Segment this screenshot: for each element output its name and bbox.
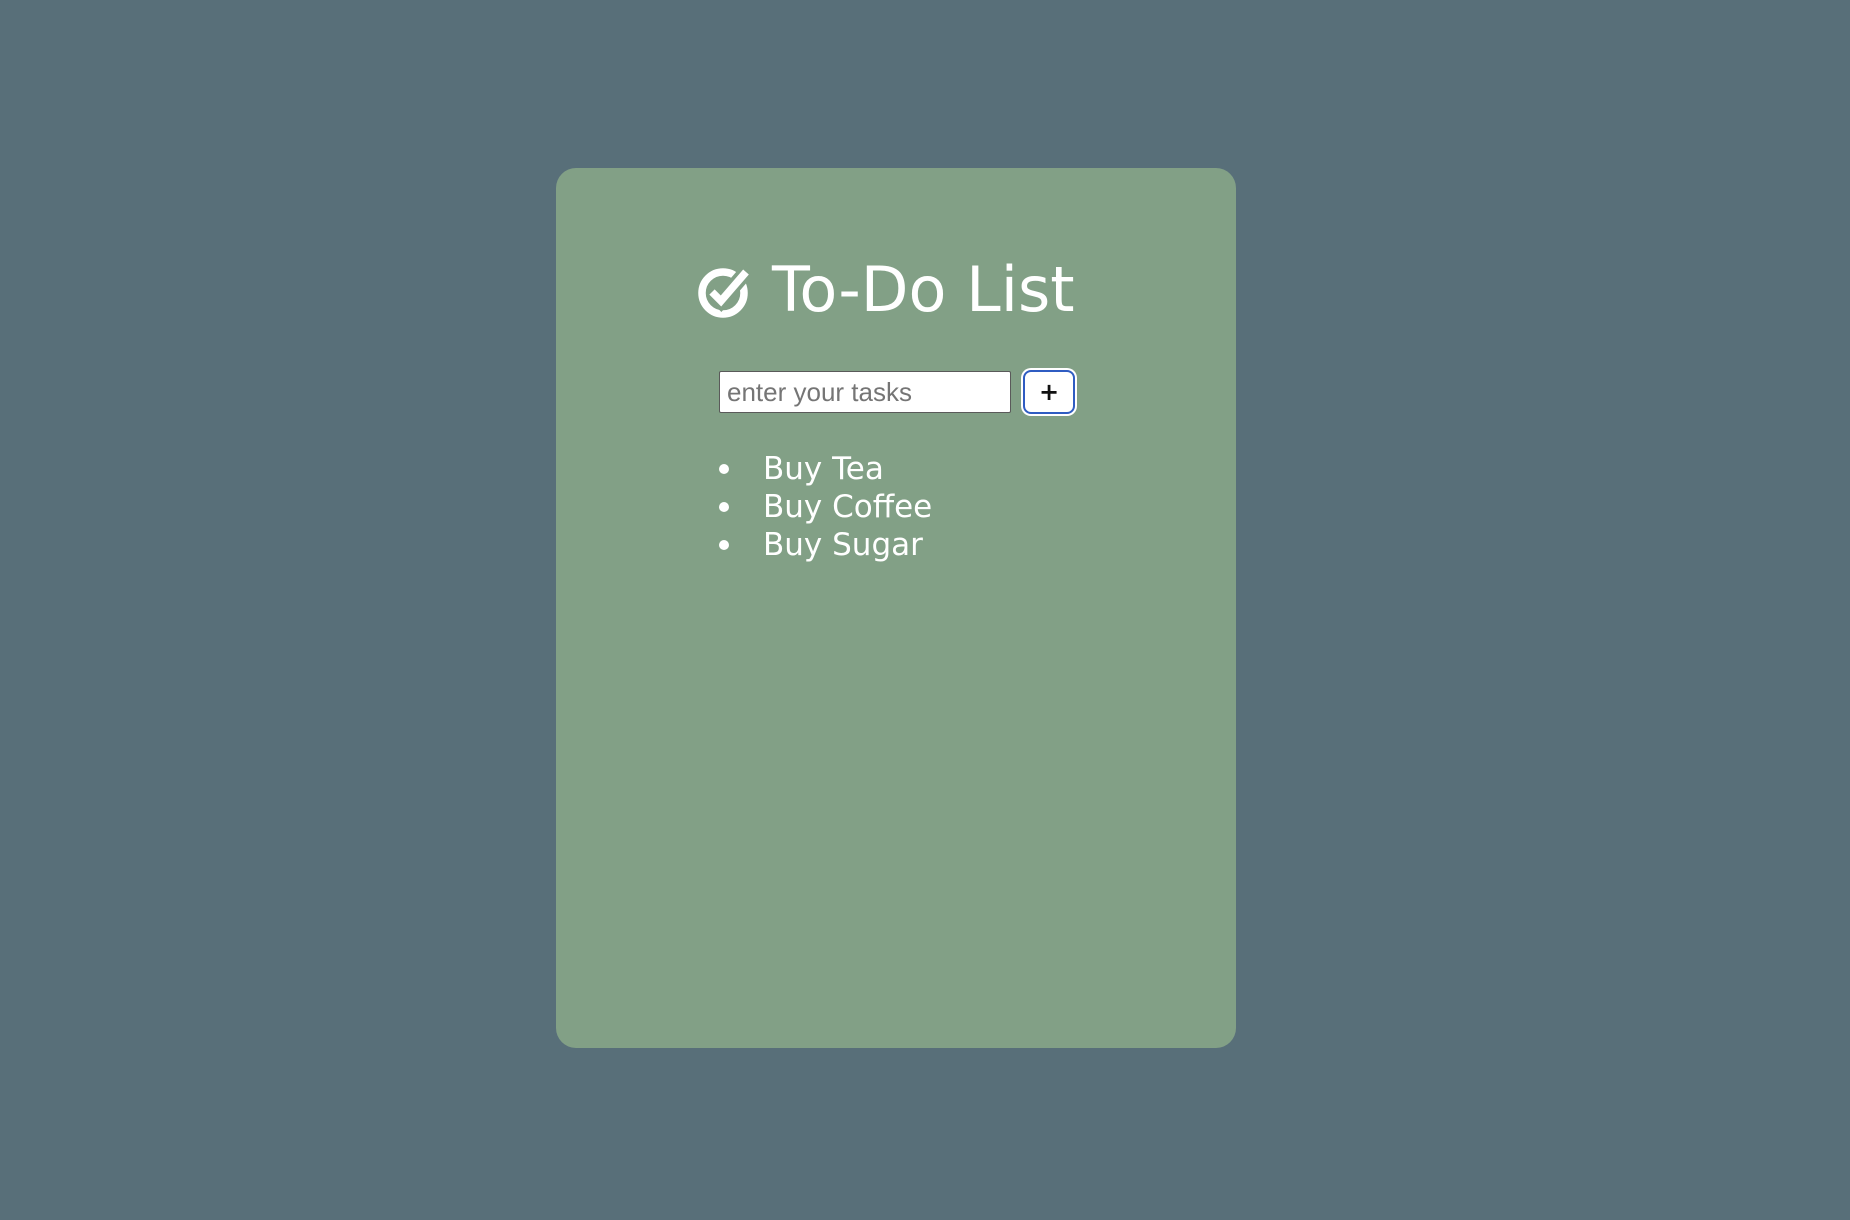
check-circle-icon (697, 263, 753, 319)
page-title: To-Do List (772, 253, 1075, 326)
task-item[interactable]: Buy Sugar (719, 526, 932, 564)
bullet-icon (719, 540, 729, 550)
task-label: Buy Tea (763, 451, 884, 487)
bullet-icon (719, 464, 729, 474)
add-task-button[interactable]: + (1023, 370, 1075, 414)
bullet-icon (719, 502, 729, 512)
todo-card: To-Do List + Buy Tea Buy Coffee Buy Suga… (556, 168, 1236, 1048)
task-list: Buy Tea Buy Coffee Buy Sugar (719, 450, 932, 564)
task-label: Buy Coffee (763, 489, 933, 525)
task-label: Buy Sugar (763, 527, 923, 563)
task-item[interactable]: Buy Tea (719, 450, 932, 488)
task-item[interactable]: Buy Coffee (719, 488, 932, 526)
task-input[interactable] (719, 371, 1011, 413)
